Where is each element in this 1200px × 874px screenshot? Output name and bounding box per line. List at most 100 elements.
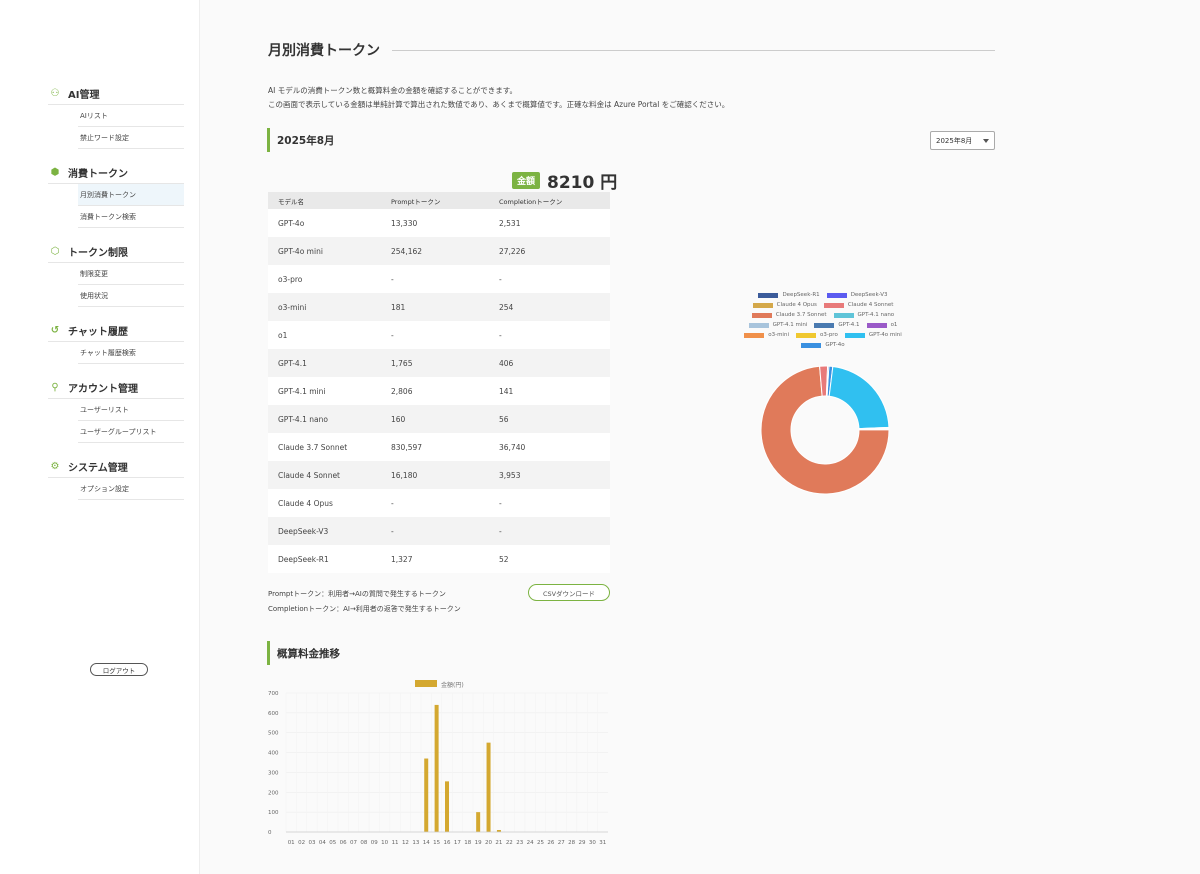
legend-entry[interactable]: GPT-4o — [801, 342, 845, 348]
legend-swatch — [795, 332, 816, 338]
prompt-tokens-cell: - — [381, 321, 489, 349]
x-tick-label: 11 — [392, 840, 399, 846]
description-line-1: AI モデルの消費トークン数と概算料金の金額を確認することができます。 — [268, 86, 517, 95]
y-tick-label: 100 — [268, 810, 279, 816]
column-header-completion: Completionトークン — [489, 192, 610, 209]
legend-swatch — [752, 302, 773, 308]
bar[interactable] — [445, 781, 449, 832]
legend-entry[interactable]: o3-pro — [795, 332, 838, 338]
sidebar-item[interactable]: 月別消費トークン — [78, 184, 184, 206]
x-tick-label: 07 — [350, 840, 357, 846]
nav-group-label: AI管理 — [68, 90, 100, 101]
sidebar-item[interactable]: 使用状況 — [78, 285, 184, 307]
y-tick-label: 500 — [268, 731, 279, 737]
x-tick-label: 25 — [537, 840, 544, 846]
table-row: o1- - — [268, 321, 610, 349]
legend-entry[interactable]: GPT-4.1 nano — [833, 312, 895, 318]
nav-group-4: ⚲ アカウント管理 ユーザーリスト ユーザーグループリスト — [48, 381, 184, 443]
legend-swatch — [866, 322, 887, 328]
donut-slice[interactable] — [828, 365, 890, 430]
sidebar-item[interactable]: チャット履歴検索 — [78, 342, 184, 364]
bar[interactable] — [424, 758, 429, 832]
sidebar-item[interactable]: 制限変更 — [78, 263, 184, 285]
y-tick-label: 400 — [268, 751, 279, 757]
sidebar-item[interactable]: ユーザーリスト — [78, 399, 184, 421]
bar[interactable] — [486, 742, 491, 832]
legend-entry[interactable]: o3-mini — [744, 332, 789, 338]
x-tick-label: 15 — [433, 840, 440, 846]
legend-entry[interactable]: Claude 4 Opus — [752, 302, 817, 308]
prompt-tokens-cell: - — [381, 517, 489, 545]
nav-group-heading[interactable]: ⚲ アカウント管理 — [48, 381, 184, 399]
sidebar: ⚇ AI管理 AIリスト 禁止ワード設定 ⬢ 消費トークン 月別消費トークン 消費トークン検索… — [0, 0, 200, 874]
nav-group-heading[interactable]: ⚇ AI管理 — [48, 87, 184, 105]
legend-label: o3-mini — [768, 332, 789, 338]
y-tick-label: 700 — [268, 691, 279, 697]
nav-group-3: ↺ チャット履歴 チャット履歴検索 — [48, 324, 184, 364]
x-tick-label: 17 — [454, 840, 461, 846]
x-tick-label: 10 — [381, 840, 388, 846]
system-settings-icon: ⚙ — [50, 461, 60, 472]
model-share-donut-chart — [760, 365, 890, 495]
sidebar-item[interactable]: 禁止ワード設定 — [78, 127, 184, 149]
legend-label: GPT-4.1 nano — [857, 312, 895, 318]
prompt-tokens-cell: - — [381, 489, 489, 517]
nav-group-heading[interactable]: ⚙ システム管理 — [48, 460, 184, 478]
completion-tokens-cell: - — [489, 265, 610, 293]
table-row: GPT-4.1 mini 2,806 141 — [268, 377, 610, 405]
table-row: o3-pro - - — [268, 265, 610, 293]
completion-tokens-cell: - — [489, 517, 610, 545]
y-tick-label: 300 — [268, 770, 279, 776]
legend-label: o1 — [890, 322, 898, 328]
main-content: 月別消費トークン AI モデルの消費トークン数と概算料金の金額を確認することがで… — [200, 0, 1200, 874]
legend-swatch — [415, 680, 437, 687]
prompt-tokens-cell: 1,765 — [381, 349, 489, 377]
nav-group-label: チャット履歴 — [68, 327, 128, 338]
legend-entry[interactable]: DeepSeek-R1 — [758, 292, 820, 298]
table-row: GPT-4o mini 254,162 27,226 — [268, 237, 610, 265]
model-name-cell: o3-mini — [268, 293, 381, 321]
legend-entry[interactable]: Claude 4 Sonnet — [823, 302, 893, 308]
legend-entry[interactable]: GPT-4.1 mini — [748, 322, 807, 328]
table-row: DeepSeek-V3- - — [268, 517, 610, 545]
legend-entry[interactable]: Claude 3.7 Sonnet — [751, 312, 827, 318]
legend-entry[interactable]: GPT-4.1 — [814, 322, 860, 328]
nav-group-heading[interactable]: ⬢ 消費トークン — [48, 166, 184, 184]
x-tick-label: 18 — [464, 840, 471, 846]
completion-tokens-cell: 52 — [489, 545, 610, 573]
nav-group-heading[interactable]: ↺ チャット履歴 — [48, 324, 184, 342]
model-name-cell: GPT-4.1 mini — [268, 377, 381, 405]
nav-group-heading[interactable]: ⬡ トークン制限 — [48, 245, 184, 263]
bar[interactable] — [476, 812, 481, 832]
legend-entry[interactable]: DeepSeek-V3 — [826, 292, 888, 298]
csv-download-button[interactable]: CSVダウンロード — [528, 584, 610, 601]
legend-swatch — [844, 332, 865, 338]
prompt-tokens-cell: - — [381, 265, 489, 293]
chevron-down-icon — [983, 139, 989, 143]
completion-tokens-cell: 56 — [489, 405, 610, 433]
completion-tokens-cell: 254 — [489, 293, 610, 321]
amount-badge: 金額 — [512, 172, 541, 189]
legend-swatch — [814, 322, 835, 328]
x-tick-label: 20 — [485, 840, 492, 846]
x-tick-label: 26 — [547, 840, 554, 846]
note-completion: Completionトークン：AI→利用者の返答で発生するトークン — [268, 605, 461, 613]
table-row: DeepSeek-R1 1,327 52 — [268, 545, 610, 573]
x-tick-label: 04 — [319, 840, 326, 846]
ai-management-icon: ⚇ — [50, 88, 60, 99]
completion-tokens-cell: 3,953 — [489, 461, 610, 489]
legend-entry[interactable]: o1 — [866, 322, 898, 328]
model-name-cell: o1 — [268, 321, 381, 349]
legend-entry[interactable]: GPT-4o mini — [844, 332, 902, 338]
logout-button[interactable]: ログアウト — [90, 663, 148, 676]
y-tick-label: 0 — [268, 830, 272, 836]
x-tick-label: 21 — [495, 840, 502, 846]
completion-tokens-cell: 141 — [489, 377, 610, 405]
sidebar-item[interactable]: 消費トークン検索 — [78, 206, 184, 228]
sidebar-item[interactable]: AIリスト — [78, 105, 184, 127]
sidebar-item[interactable]: オプション設定 — [78, 478, 184, 500]
month-select-value: 2025年8月 — [936, 136, 973, 145]
month-select[interactable]: 2025年8月 — [930, 131, 995, 150]
bar[interactable] — [434, 704, 439, 832]
sidebar-item[interactable]: ユーザーグループリスト — [78, 421, 184, 443]
